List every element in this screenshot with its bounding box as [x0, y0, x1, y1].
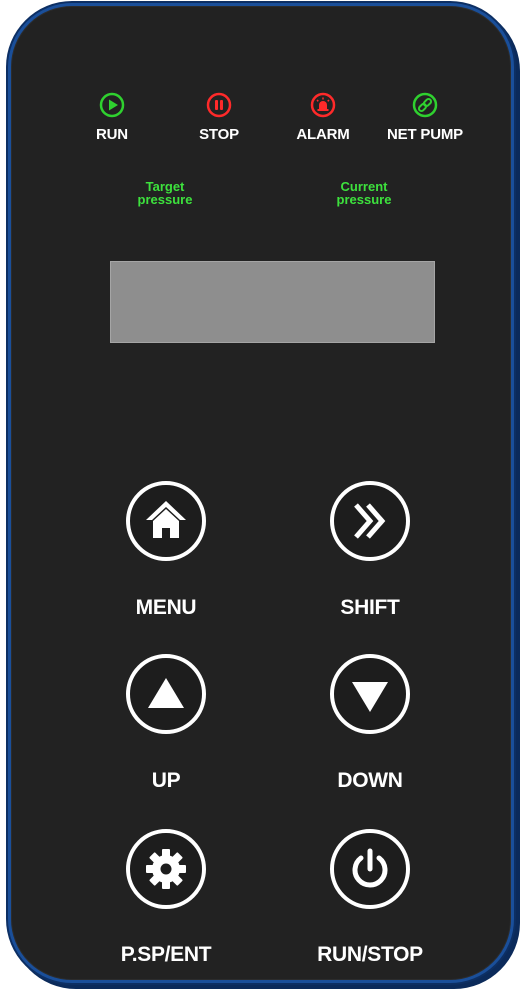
home-icon	[146, 501, 186, 538]
shift-button[interactable]	[330, 481, 410, 561]
play-icon	[99, 92, 125, 118]
pause-icon	[206, 92, 232, 118]
run-stop-button[interactable]	[330, 829, 410, 909]
psp-ent-button[interactable]	[126, 829, 206, 909]
double-chevron-right-icon	[354, 503, 386, 539]
target-pressure-label: Target pressure	[105, 180, 225, 206]
menu-button[interactable]	[126, 481, 206, 561]
shift-label: SHIFT	[340, 596, 400, 619]
current-pressure-label: Current pressure	[304, 180, 424, 206]
menu-label: MENU	[135, 596, 197, 619]
current-pressure-line2: pressure	[336, 192, 392, 207]
triangle-up-icon	[148, 678, 184, 708]
stop-indicator: STOP	[169, 92, 269, 143]
power-icon	[352, 848, 388, 888]
stop-indicator-label: STOP	[199, 126, 239, 143]
net-pump-indicator: NET PUMP	[375, 92, 475, 143]
target-pressure-line2: pressure	[137, 192, 193, 207]
gear-icon	[146, 849, 186, 889]
link-icon	[412, 92, 438, 118]
run-indicator-label: RUN	[96, 126, 128, 143]
run-indicator: RUN	[62, 92, 162, 143]
net-pump-indicator-label: NET PUMP	[387, 126, 463, 143]
siren-icon	[310, 92, 336, 118]
run-stop-label: RUN/STOP	[317, 943, 423, 966]
down-button[interactable]	[330, 654, 410, 734]
up-label: UP	[151, 769, 181, 792]
triangle-down-icon	[352, 682, 388, 712]
lcd-display	[110, 261, 435, 343]
down-label: DOWN	[337, 769, 403, 792]
control-panel: RUN STOP ALARM NET PUMP Target pressure …	[8, 3, 514, 983]
up-button[interactable]	[126, 654, 206, 734]
alarm-indicator: ALARM	[273, 92, 373, 143]
psp-ent-label: P.SP/ENT	[120, 943, 212, 966]
alarm-indicator-label: ALARM	[296, 126, 350, 143]
